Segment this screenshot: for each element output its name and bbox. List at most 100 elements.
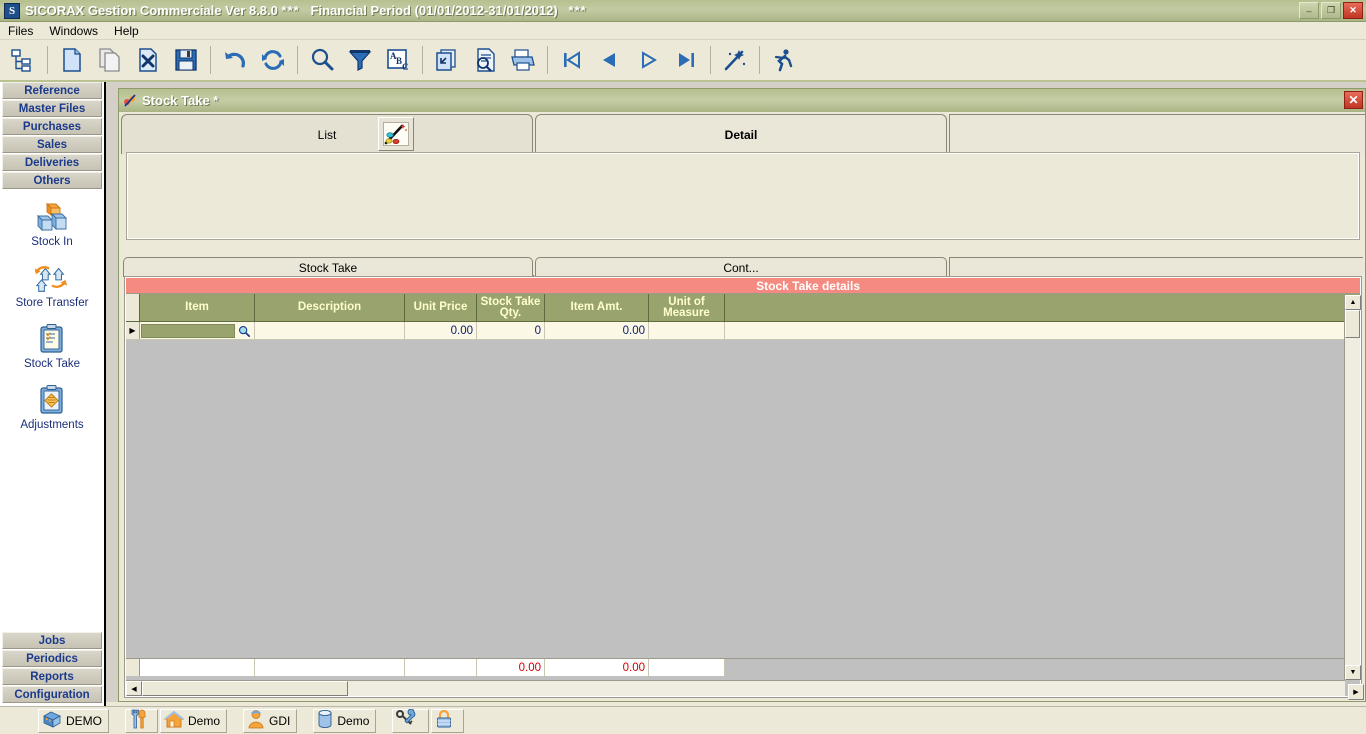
sidebar-item-label: Stock In: [31, 236, 73, 248]
taskbar-item-demo-db[interactable]: Demo: [313, 709, 376, 733]
print-preview-icon[interactable]: [466, 41, 504, 79]
sidebar-group-purchases[interactable]: Purchases: [2, 118, 102, 135]
total-unit-price: [405, 659, 477, 676]
minimize-button[interactable]: –: [1299, 2, 1319, 19]
column-header-item-amt[interactable]: Item Amt.: [545, 294, 649, 321]
item-lookup-icon[interactable]: [235, 323, 253, 338]
run-icon[interactable]: [765, 41, 803, 79]
sidebar-item-stock-take[interactable]: Stock Take: [0, 322, 104, 370]
stock-take-window-icon: [123, 93, 138, 108]
list-wizard-button[interactable]: [378, 117, 414, 151]
sidebar-group-others[interactable]: Others: [2, 172, 102, 189]
tab-stock-take-label: Stock Take: [299, 261, 357, 275]
last-record-icon[interactable]: [667, 41, 705, 79]
tab-detail[interactable]: Detail: [535, 114, 947, 154]
stock-take-window-close-button[interactable]: ✕: [1344, 91, 1363, 109]
first-record-icon[interactable]: [553, 41, 591, 79]
cell-stock-take-qty[interactable]: 0: [477, 322, 545, 339]
restore-button[interactable]: ❐: [1321, 2, 1341, 19]
home-icon: [164, 710, 184, 731]
cell-unit-of-measure[interactable]: [649, 322, 725, 339]
cell-item-amt[interactable]: 0.00: [545, 322, 649, 339]
taskbar-item-label: GDI: [269, 714, 290, 728]
item-editor-input[interactable]: [141, 324, 235, 338]
search-icon[interactable]: [303, 41, 341, 79]
stock-take-icon: [33, 322, 71, 356]
menu-item-windows[interactable]: Windows: [41, 23, 106, 39]
window-controls: – ❐ ✕: [1299, 2, 1363, 19]
sidebar-group-reference[interactable]: Reference: [2, 82, 102, 99]
save-icon[interactable]: [167, 41, 205, 79]
taskbar-item-demo-cluster[interactable]: DEMO: [38, 709, 109, 733]
scroll-right-button[interactable]: ▶: [1348, 684, 1364, 700]
stock-take-details-grid: Stock Take details Item Description Unit…: [125, 277, 1361, 697]
horizontal-scroll-thumb[interactable]: [142, 681, 348, 696]
tab-cont[interactable]: Cont...: [535, 257, 947, 277]
cell-item[interactable]: [140, 322, 255, 339]
cell-description[interactable]: [255, 322, 405, 339]
menu-item-help[interactable]: Help: [106, 23, 147, 39]
toolbar-separator-3: [297, 46, 298, 74]
next-record-icon[interactable]: [629, 41, 667, 79]
sidebar-group-jobs[interactable]: Jobs: [2, 632, 102, 649]
total-item: [140, 659, 255, 676]
taskbar-item-demo-home[interactable]: Demo: [160, 709, 227, 733]
column-header-description[interactable]: Description: [255, 294, 405, 321]
wizard-wand-icon[interactable]: [716, 41, 754, 79]
sidebar-group-periodics[interactable]: Periodics: [2, 650, 102, 667]
tab-strip-filler: [949, 114, 1365, 154]
toolbar-separator-4: [422, 46, 423, 74]
vertical-scroll-thumb[interactable]: [1345, 310, 1360, 338]
taskbar-item-keys-wrench[interactable]: [392, 709, 429, 733]
print-icon[interactable]: [504, 41, 542, 79]
toolbar-separator-6: [710, 46, 711, 74]
sidebar-group-configuration[interactable]: Configuration: [2, 686, 102, 703]
tab-list[interactable]: List: [121, 114, 533, 154]
new-document-icon[interactable]: [53, 41, 91, 79]
delete-document-icon[interactable]: [129, 41, 167, 79]
scroll-left-button[interactable]: ◀: [126, 681, 142, 696]
sidebar-group-deliveries[interactable]: Deliveries: [2, 154, 102, 171]
column-header-item[interactable]: Item: [140, 294, 255, 321]
tree-view-icon[interactable]: [4, 41, 42, 79]
menu-item-files[interactable]: Files: [0, 23, 41, 39]
scroll-up-button[interactable]: ▲: [1345, 295, 1361, 310]
tab-stock-take[interactable]: Stock Take: [123, 257, 533, 277]
adjustments-icon: [33, 383, 71, 417]
taskbar-item-gdi[interactable]: GDI: [243, 709, 297, 733]
stock-take-form-panel: [127, 153, 1359, 239]
scroll-down-button[interactable]: ▼: [1345, 665, 1361, 680]
grid-horizontal-scrollbar[interactable]: ◀: [126, 680, 1345, 696]
taskbar-item-label: DEMO: [66, 714, 102, 728]
tab-detail-label: Detail: [725, 128, 758, 142]
taskbar-item-tools[interactable]: [125, 709, 158, 733]
sidebar-group-master-files[interactable]: Master Files: [2, 100, 102, 117]
sidebar-item-adjustments[interactable]: Adjustments: [0, 383, 104, 431]
column-header-unit-of-measure[interactable]: Unit of Measure: [649, 294, 725, 321]
export-icon[interactable]: [428, 41, 466, 79]
copy-document-icon[interactable]: [91, 41, 129, 79]
refresh-icon[interactable]: [254, 41, 292, 79]
sidebar-group-sales[interactable]: Sales: [2, 136, 102, 153]
vertical-scroll-track[interactable]: [1345, 338, 1360, 665]
stock-take-window-title: Stock Take *: [142, 93, 218, 108]
table-row[interactable]: ▶ 0.00 0 0.00: [126, 322, 1360, 340]
sidebar-item-stock-in[interactable]: Stock In: [0, 200, 104, 248]
column-header-unit-price[interactable]: Unit Price: [405, 294, 477, 321]
database-cluster-icon: [42, 710, 62, 731]
sidebar-group-reports[interactable]: Reports: [2, 668, 102, 685]
sidebar-item-store-transfer[interactable]: Store Transfer: [0, 261, 104, 309]
primary-tab-strip: List Detail: [121, 114, 1365, 154]
taskbar-item-lock[interactable]: [431, 709, 464, 733]
sort-abc-icon[interactable]: A B C: [379, 41, 417, 79]
title-separator-2: ***: [569, 3, 587, 18]
close-button[interactable]: ✕: [1343, 2, 1363, 19]
grid-vertical-scrollbar[interactable]: ▲ ▼: [1344, 295, 1360, 680]
filter-funnel-icon[interactable]: [341, 41, 379, 79]
cell-unit-price[interactable]: 0.00: [405, 322, 477, 339]
column-header-stock-take-qty[interactable]: Stock Take Qty.: [477, 294, 545, 321]
sidebar-item-label: Adjustments: [20, 419, 83, 431]
sidebar-bottom-groups: Jobs Periodics Reports Configuration: [0, 632, 104, 706]
undo-icon[interactable]: [216, 41, 254, 79]
previous-record-icon[interactable]: [591, 41, 629, 79]
